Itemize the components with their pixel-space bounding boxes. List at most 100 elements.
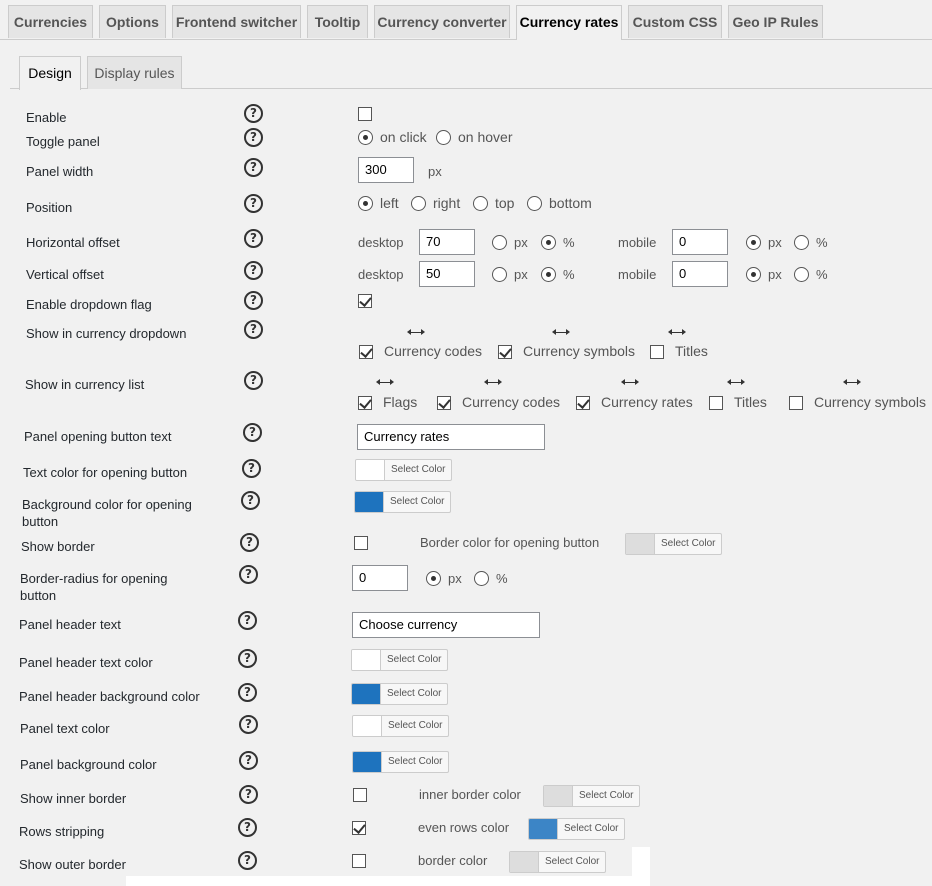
- list-titles-checkbox[interactable]: [709, 396, 723, 410]
- dropdown-titles-label: Titles: [675, 343, 708, 359]
- vertical-desktop-px-radio[interactable]: [492, 267, 507, 282]
- help-icon[interactable]: ?: [242, 459, 261, 478]
- tab-currency-rates[interactable]: Currency rates: [516, 5, 622, 40]
- help-icon[interactable]: ?: [243, 423, 262, 442]
- show-border-checkbox[interactable]: [354, 536, 368, 550]
- bg-color-opening-button-picker[interactable]: Select Color: [354, 491, 452, 513]
- vertical-desktop-input[interactable]: 50: [419, 261, 475, 287]
- border-color-picker[interactable]: Select Color: [625, 533, 723, 555]
- drag-handle-icon[interactable]: [552, 328, 570, 337]
- inner-border-color-picker[interactable]: Select Color: [543, 785, 641, 807]
- drag-handle-icon[interactable]: [843, 378, 861, 387]
- toggle-on-click-radio[interactable]: [358, 130, 373, 145]
- help-icon[interactable]: ?: [244, 291, 263, 310]
- vertical-mobile-px-radio[interactable]: [746, 267, 761, 282]
- toggle-on-hover-radio[interactable]: [436, 130, 451, 145]
- border-radius-percent-radio[interactable]: [474, 571, 489, 586]
- help-icon[interactable]: ?: [244, 128, 263, 147]
- enable-checkbox[interactable]: [358, 107, 372, 121]
- help-icon[interactable]: ?: [238, 818, 257, 837]
- panel-header-text-input[interactable]: Choose currency: [352, 612, 540, 638]
- position-label: Position: [26, 200, 73, 215]
- help-icon[interactable]: ?: [239, 715, 258, 734]
- position-right-radio[interactable]: [411, 196, 426, 211]
- horizontal-desktop-percent-radio[interactable]: [541, 235, 556, 250]
- dropdown-currency-symbols-checkbox[interactable]: [498, 345, 512, 359]
- help-icon[interactable]: ?: [244, 320, 263, 339]
- tab-tooltip[interactable]: Tooltip: [307, 5, 368, 38]
- border-radius-input[interactable]: 0: [352, 565, 408, 591]
- show-outer-border-checkbox[interactable]: [352, 854, 366, 868]
- help-icon[interactable]: ?: [244, 158, 263, 177]
- horizontal-mobile-input[interactable]: 0: [672, 229, 728, 255]
- help-icon[interactable]: ?: [240, 533, 259, 552]
- help-icon[interactable]: ?: [239, 751, 258, 770]
- drag-handle-icon[interactable]: [484, 378, 502, 387]
- tab-options[interactable]: Options: [99, 5, 166, 38]
- dropdown-currency-codes-checkbox[interactable]: [359, 345, 373, 359]
- vertical-mobile-percent-radio[interactable]: [794, 267, 809, 282]
- panel-bg-color-picker[interactable]: Select Color: [352, 751, 450, 773]
- help-icon[interactable]: ?: [244, 194, 263, 213]
- help-icon[interactable]: ?: [239, 565, 258, 584]
- help-icon[interactable]: ?: [238, 683, 257, 702]
- horizontal-desktop-px-radio[interactable]: [492, 235, 507, 250]
- help-icon[interactable]: ?: [238, 611, 257, 630]
- help-icon[interactable]: ?: [244, 104, 263, 123]
- percent-label: %: [563, 267, 575, 282]
- show-outer-border-label: Show outer border: [19, 857, 126, 872]
- panel-opening-button-text-input[interactable]: Currency rates: [357, 424, 545, 450]
- list-currency-codes-checkbox[interactable]: [437, 396, 451, 410]
- tab-currencies[interactable]: Currencies: [8, 5, 93, 38]
- outer-border-color-picker[interactable]: Select Color: [509, 851, 607, 873]
- panel-width-label: Panel width: [26, 164, 94, 179]
- tab-frontend-switcher[interactable]: Frontend switcher: [172, 5, 301, 38]
- tab-display-rules[interactable]: Display rules: [87, 56, 182, 89]
- list-currency-rates-checkbox[interactable]: [576, 396, 590, 410]
- help-icon[interactable]: ?: [241, 491, 260, 510]
- horizontal-mobile-percent-radio[interactable]: [794, 235, 809, 250]
- border-radius-px-radio[interactable]: [426, 571, 441, 586]
- dropdown-titles-checkbox[interactable]: [650, 345, 664, 359]
- text-color-opening-button-label: Text color for opening button: [23, 465, 188, 480]
- position-left-label: left: [380, 195, 399, 211]
- drag-handle-icon[interactable]: [727, 378, 745, 387]
- panel-width-input[interactable]: 300: [358, 157, 414, 183]
- help-icon[interactable]: ?: [244, 261, 263, 280]
- drag-handle-icon[interactable]: [621, 378, 639, 387]
- help-icon[interactable]: ?: [244, 371, 263, 390]
- position-bottom-radio[interactable]: [527, 196, 542, 211]
- tab-custom-css[interactable]: Custom CSS: [628, 5, 722, 38]
- vertical-mobile-input[interactable]: 0: [672, 261, 728, 287]
- rows-stripping-checkbox[interactable]: [352, 821, 366, 835]
- help-icon[interactable]: ?: [244, 229, 263, 248]
- position-left-radio[interactable]: [358, 196, 373, 211]
- panel-header-bg-color-picker[interactable]: Select Color: [351, 683, 449, 705]
- percent-label: %: [563, 235, 575, 250]
- help-icon[interactable]: ?: [239, 785, 258, 804]
- bottom-white-strip: [126, 876, 650, 886]
- vertical-desktop-percent-radio[interactable]: [541, 267, 556, 282]
- help-icon[interactable]: ?: [238, 649, 257, 668]
- list-currency-symbols-checkbox[interactable]: [789, 396, 803, 410]
- even-rows-color-picker[interactable]: Select Color: [528, 818, 626, 840]
- tab-design[interactable]: Design: [19, 56, 81, 90]
- position-right-label: right: [433, 195, 461, 211]
- horizontal-mobile-px-radio[interactable]: [746, 235, 761, 250]
- bg-color-opening-button-label-cont: button: [22, 514, 59, 529]
- panel-text-color-picker[interactable]: Select Color: [352, 715, 450, 737]
- help-icon[interactable]: ?: [238, 851, 257, 870]
- drag-handle-icon[interactable]: [376, 378, 394, 387]
- drag-handle-icon[interactable]: [407, 328, 425, 337]
- position-top-radio[interactable]: [473, 196, 488, 211]
- show-inner-border-checkbox[interactable]: [353, 788, 367, 802]
- list-flags-checkbox[interactable]: [358, 396, 372, 410]
- enable-dropdown-flag-checkbox[interactable]: [358, 294, 372, 308]
- drag-handle-icon[interactable]: [668, 328, 686, 337]
- panel-header-text-color-picker[interactable]: Select Color: [351, 649, 449, 671]
- select-color-label: Select Color: [387, 688, 442, 699]
- text-color-opening-button-picker[interactable]: Select Color: [355, 459, 453, 481]
- tab-currency-converter[interactable]: Currency converter: [374, 5, 510, 38]
- horizontal-desktop-input[interactable]: 70: [419, 229, 475, 255]
- tab-geo-ip-rules[interactable]: Geo IP Rules: [728, 5, 823, 38]
